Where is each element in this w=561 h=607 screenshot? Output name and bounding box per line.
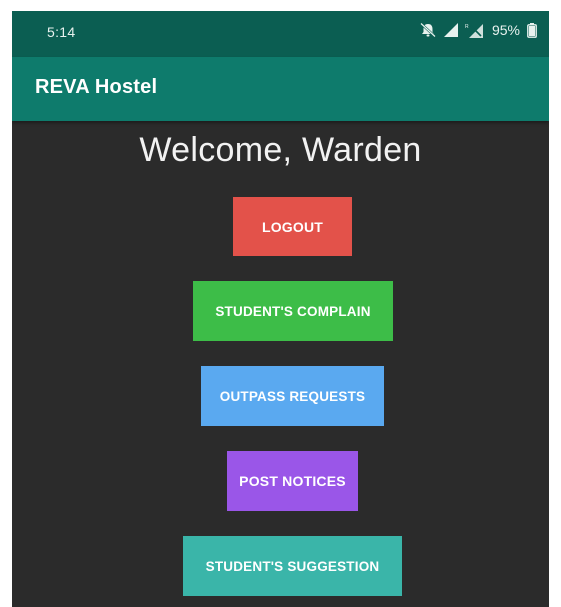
students-complain-button[interactable]: STUDENT'S COMPLAIN <box>193 281 393 341</box>
status-time: 5:14 <box>47 24 76 40</box>
svg-text:R: R <box>465 24 469 30</box>
app-bar: REVA Hostel <box>12 57 549 121</box>
students-suggestion-button[interactable]: STUDENT'S SUGGESTION <box>183 536 402 596</box>
post-notices-button[interactable]: POST NOTICES <box>227 451 358 511</box>
signal-icon <box>443 23 458 37</box>
status-bar: 5:14 R 95% <box>12 11 549 57</box>
app-title: REVA Hostel <box>35 76 158 98</box>
outpass-requests-button[interactable]: OUTPASS REQUESTS <box>201 366 384 426</box>
battery-percent: 95% <box>491 22 520 38</box>
phone-screen: 5:14 R 95% REVA Hostel Welcome, Warden L… <box>12 11 549 607</box>
status-icons: R 95% <box>419 22 537 38</box>
welcome-heading: Welcome, Warden <box>139 131 422 169</box>
logout-button[interactable]: LOGOUT <box>233 197 352 256</box>
battery-icon <box>527 22 537 38</box>
no-signal-icon: R <box>465 22 485 38</box>
notifications-off-icon <box>419 22 437 38</box>
